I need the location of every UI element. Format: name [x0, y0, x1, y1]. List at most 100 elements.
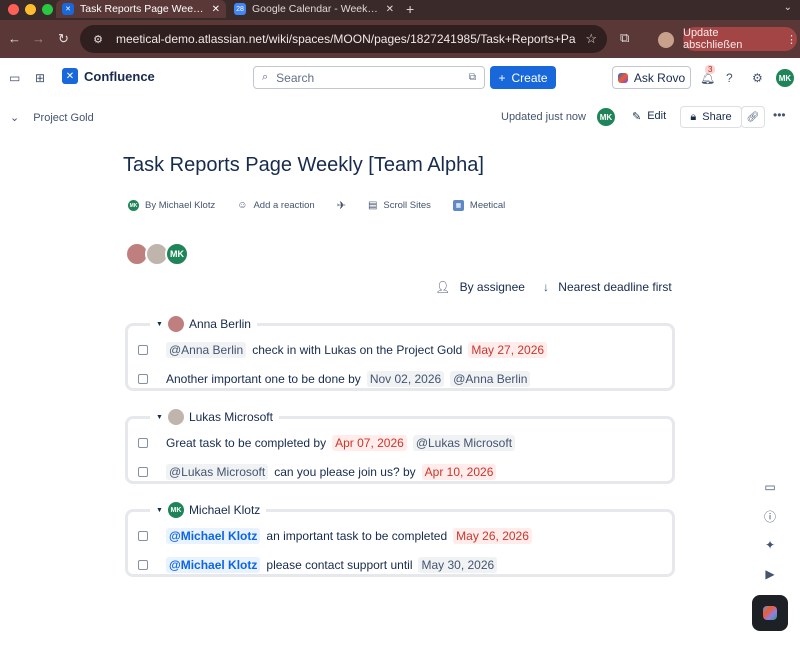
- assignee-avatar: [167, 409, 184, 425]
- task-text: Great task to be completed by: [166, 436, 327, 450]
- confluence-logo[interactable]: ✕ Confluence: [62, 68, 155, 84]
- help-icon[interactable]: ?: [726, 71, 733, 85]
- mention-chip[interactable]: @Lukas Microsoft: [166, 464, 269, 480]
- due-date-overdue[interactable]: Apr 10, 2026: [421, 464, 497, 480]
- task-checkbox[interactable]: [138, 531, 148, 541]
- new-tab-icon[interactable]: +: [406, 1, 414, 17]
- mention-chip-self[interactable]: @Michael Klotz: [166, 557, 261, 573]
- due-date[interactable]: May 30, 2026: [418, 557, 498, 573]
- task-text: an important task to be completed: [266, 529, 448, 543]
- person-icon: 👤︎: [435, 280, 451, 294]
- forward-arrow-icon[interactable]: →: [32, 31, 45, 46]
- zoom-window-button[interactable]: [42, 4, 53, 15]
- task-sort-bar: 👤︎ By assignee ↓ Nearest deadline first: [435, 280, 672, 294]
- share-button[interactable]: 🔒︎ Share: [680, 106, 742, 128]
- editor-avatar[interactable]: MK: [597, 108, 615, 126]
- add-reaction-button[interactable]: Add a reaction: [253, 200, 314, 211]
- mention-chip-self[interactable]: @Michael Klotz: [166, 528, 261, 544]
- task-text: please contact support until: [266, 558, 413, 572]
- comment-icon[interactable]: ▭: [762, 479, 778, 495]
- task-checkbox[interactable]: [138, 345, 148, 355]
- breadcrumb-space-link[interactable]: Project Gold: [33, 112, 94, 124]
- task-checkbox[interactable]: [138, 560, 148, 570]
- page-toolbar: ⌄ Project Gold Updated just now MK ✎ Edi…: [0, 98, 800, 138]
- group-by-label: By assignee: [459, 280, 525, 294]
- group-header[interactable]: ▼ Lukas Microsoft: [150, 409, 279, 425]
- pencil-icon: ✎: [632, 111, 642, 123]
- address-bar[interactable]: ⚙ meetical-demo.atlassian.net/wiki/space…: [80, 25, 607, 53]
- task-checkbox[interactable]: [138, 467, 148, 477]
- back-arrow-icon[interactable]: ←: [8, 31, 21, 46]
- site-info-icon[interactable]: ⚙: [90, 31, 106, 47]
- confluence-favicon-icon: ✕: [62, 3, 74, 15]
- confluence-logo-icon: ✕: [62, 68, 78, 84]
- bookmark-star-icon[interactable]: ☆: [585, 31, 597, 47]
- meetical-link[interactable]: Meetical: [470, 200, 505, 211]
- tab-task-reports[interactable]: ✕ Task Reports Page Weekly [Te ✕: [56, 0, 226, 18]
- assignee-name: Lukas Microsoft: [188, 410, 273, 424]
- extensions-icon[interactable]: ⧉: [620, 30, 629, 46]
- user-avatar[interactable]: MK: [776, 69, 794, 87]
- task-checkbox[interactable]: [138, 374, 148, 384]
- add-reaction-icon: ☺: [237, 200, 248, 211]
- group-by-assignee-button[interactable]: 👤︎ By assignee: [435, 280, 525, 294]
- create-button[interactable]: + Create: [490, 66, 556, 89]
- tab-title: Task Reports Page Weekly [Te: [80, 3, 206, 15]
- task-text: check in with Lukas on the Project Gold: [252, 343, 463, 357]
- due-date-overdue[interactable]: May 27, 2026: [468, 342, 548, 358]
- confluence-header: ▭ ⊞ ✕ Confluence ⌕ Search ⧉ + Create Ask…: [0, 58, 800, 98]
- close-tab-icon[interactable]: ✕: [386, 4, 394, 15]
- plus-icon: +: [498, 70, 506, 85]
- task-checkbox[interactable]: [138, 438, 148, 448]
- mention-chip[interactable]: @Lukas Microsoft: [412, 435, 516, 451]
- task-text: Another important one to be done by: [166, 372, 361, 386]
- minimize-window-button[interactable]: [25, 4, 36, 15]
- rocket-emoji-icon[interactable]: ✈: [337, 199, 346, 212]
- profile-avatar[interactable]: [658, 32, 674, 48]
- share-label: Share: [702, 111, 732, 123]
- settings-gear-icon[interactable]: ⚙: [752, 71, 763, 85]
- filter-icon[interactable]: ⧉: [469, 72, 476, 83]
- update-browser-button[interactable]: Update abschließen ⋮: [683, 27, 797, 51]
- collapse-caret-icon[interactable]: ▼: [156, 321, 163, 328]
- mention-chip[interactable]: @Anna Berlin: [166, 342, 247, 358]
- rovo-chat-button[interactable]: [752, 595, 788, 631]
- scroll-sites-link[interactable]: Scroll Sites: [383, 200, 431, 211]
- due-date[interactable]: Nov 02, 2026: [366, 371, 445, 387]
- mention-chip[interactable]: @Anna Berlin: [450, 371, 531, 387]
- close-tab-icon[interactable]: ✕: [212, 4, 220, 15]
- author-avatar[interactable]: MK: [128, 200, 139, 211]
- task-item: @Anna Berlin check in with Lukas on the P…: [138, 341, 548, 359]
- due-date-overdue[interactable]: May 26, 2026: [453, 528, 532, 544]
- search-icon: ⌕: [262, 71, 269, 83]
- collapse-caret-icon[interactable]: ▼: [156, 414, 163, 421]
- browser-toolbar: ← → ↻ ⚙ meetical-demo.atlassian.net/wiki…: [0, 20, 800, 58]
- task-item: @Michael Klotz an important task to be co…: [138, 527, 532, 545]
- app-switcher-icon[interactable]: ⊞: [35, 71, 45, 85]
- collapse-caret-icon[interactable]: ▼: [156, 507, 163, 514]
- tab-search-chevron-icon[interactable]: ⌄: [784, 2, 792, 13]
- create-label: Create: [511, 70, 548, 85]
- author-name[interactable]: By Michael Klotz: [145, 200, 215, 211]
- tab-google-calendar[interactable]: 28 Google Calendar - Week of M ✕: [228, 0, 400, 18]
- task-group-anna-berlin: ▼ Anna Berlin @Anna Berlin check in with …: [125, 316, 675, 391]
- ask-rovo-button[interactable]: Ask Rovo: [612, 66, 691, 89]
- group-header[interactable]: ▼ Anna Berlin: [150, 316, 257, 332]
- search-input[interactable]: ⌕ Search ⧉: [253, 66, 485, 89]
- sort-order-button[interactable]: ↓ Nearest deadline first: [543, 280, 672, 294]
- reload-icon[interactable]: ↻: [58, 31, 69, 47]
- sidebar-toggle-icon[interactable]: ▭: [9, 71, 20, 85]
- contributor-avatar[interactable]: MK: [165, 242, 189, 266]
- info-icon[interactable]: ⓘ: [762, 508, 778, 524]
- contributors-avatars: MK: [125, 242, 189, 266]
- chevron-down-icon[interactable]: ⌄: [10, 111, 19, 124]
- ai-sparkle-icon[interactable]: ✦: [762, 537, 778, 553]
- group-header[interactable]: ▼ MK Michael Klotz: [150, 502, 267, 518]
- due-date-overdue[interactable]: Apr 07, 2026: [332, 435, 407, 451]
- edit-button[interactable]: ✎ Edit: [632, 110, 666, 123]
- copy-link-button[interactable]: 🔗︎: [741, 106, 765, 128]
- task-group-michael-klotz: ▼ MK Michael Klotz @Michael Klotz an impo…: [125, 502, 675, 577]
- video-icon[interactable]: ▶: [762, 566, 778, 582]
- more-actions-icon[interactable]: •••: [773, 108, 786, 122]
- close-window-button[interactable]: [8, 4, 19, 15]
